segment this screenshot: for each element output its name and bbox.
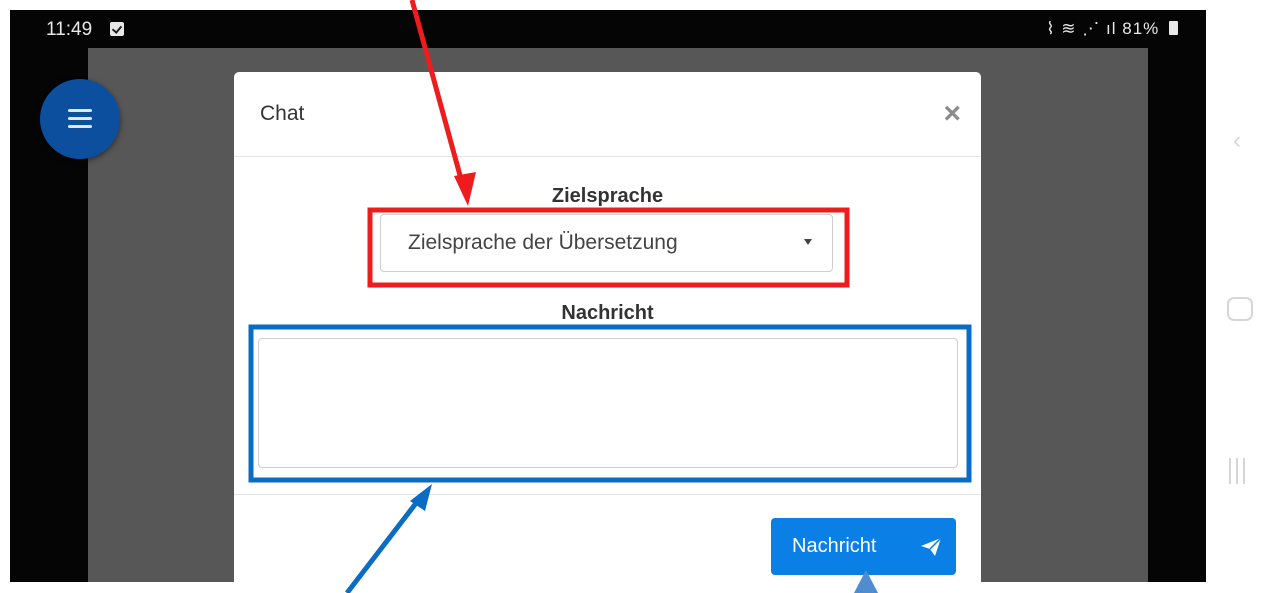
blue-arrow-send-head <box>854 570 878 593</box>
annotation-overlay <box>248 0 972 593</box>
red-arrow <box>409 0 467 191</box>
blue-arrow-message <box>345 496 422 593</box>
red-highlight-box <box>367 207 850 288</box>
blue-highlight-box <box>248 324 972 483</box>
red-arrow-head <box>454 172 476 206</box>
